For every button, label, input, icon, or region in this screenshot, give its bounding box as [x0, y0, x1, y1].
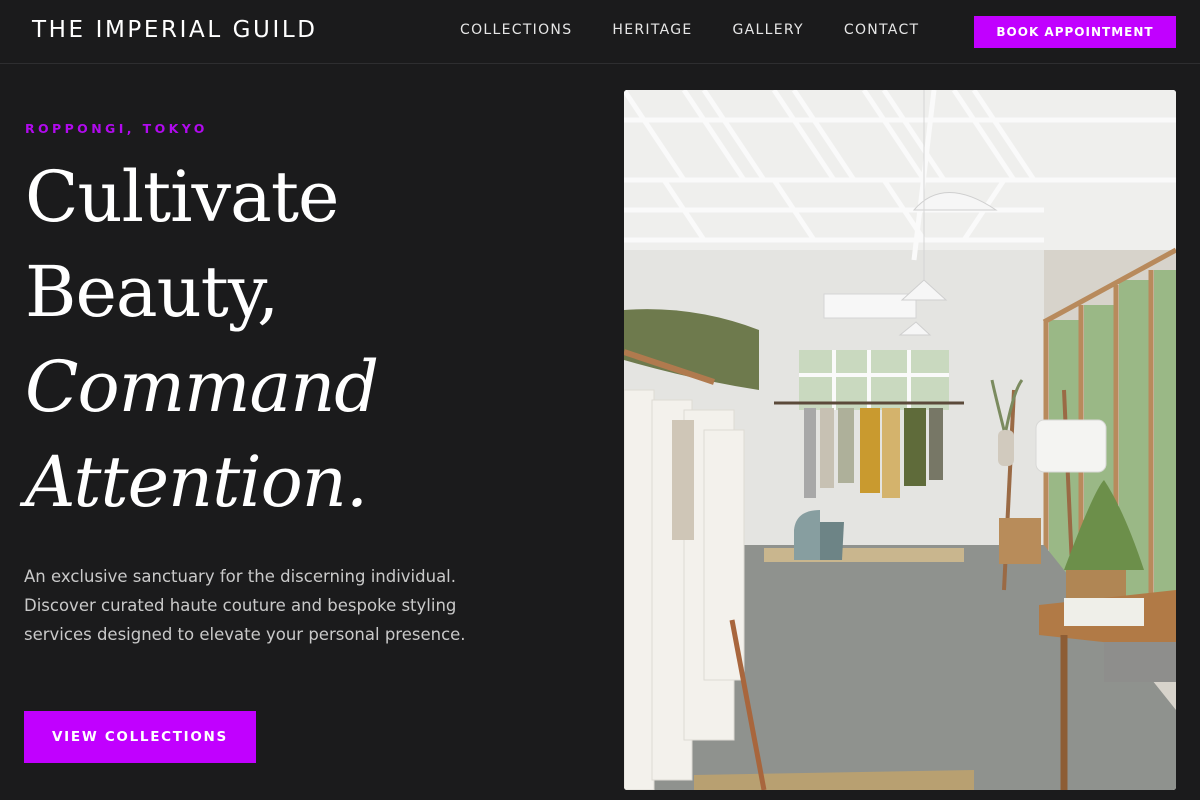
headline-line-3: Command: [25, 346, 379, 428]
headline-line-2: Beauty,: [25, 251, 279, 333]
location-eyebrow: ROPPONGI, TOKYO: [25, 121, 208, 136]
hero-description: An exclusive sanctuary for the discernin…: [24, 567, 466, 644]
view-collections-button[interactable]: VIEW COLLECTIONS: [24, 711, 256, 763]
book-appointment-button[interactable]: BOOK APPOINTMENT: [974, 16, 1176, 48]
boutique-illustration: [624, 90, 1176, 790]
hero-headline: Cultivate Beauty, Command Attention.: [25, 150, 379, 530]
site-header: THE IMPERIAL GUILD COLLECTIONS HERITAGE …: [0, 0, 1200, 64]
main-nav: COLLECTIONS HERITAGE GALLERY CONTACT: [460, 22, 959, 38]
headline-line-1: Cultivate: [25, 156, 339, 238]
boutique-interior-image: [624, 90, 1176, 790]
headline-line-4: Attention.: [25, 441, 368, 523]
nav-link-collections[interactable]: COLLECTIONS: [460, 22, 572, 38]
nav-link-heritage[interactable]: HERITAGE: [612, 22, 692, 38]
nav-link-contact[interactable]: CONTACT: [844, 22, 920, 38]
nav-link-gallery[interactable]: GALLERY: [733, 22, 804, 38]
brand-logo[interactable]: THE IMPERIAL GUILD: [32, 17, 318, 43]
